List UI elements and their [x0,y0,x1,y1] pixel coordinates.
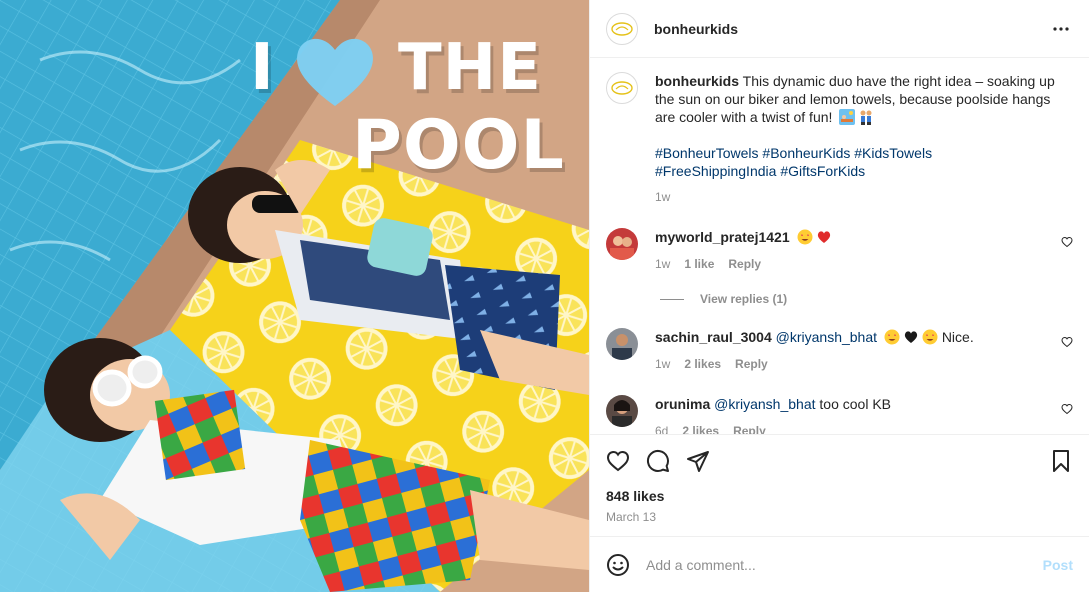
caption-hashtags: #BonheurTowels #BonheurKids #KidsTowels … [655,144,1055,180]
add-comment-form: Post [590,536,1089,592]
comment-username[interactable]: orunima [655,396,710,412]
like-comment-heart-icon[interactable] [1061,403,1073,415]
more-horizontal-icon [1053,26,1069,31]
commenter-avatar[interactable] [606,395,638,427]
post-comment-button[interactable]: Post [1043,557,1073,573]
more-options-button[interactable] [1049,17,1073,41]
post-date[interactable]: March 13 [590,506,1089,536]
comment-item: orunima @kriyansh_bhat too cool KB 6d 2 … [606,395,1073,434]
hashtag-link[interactable]: #BonheurTowels [655,145,759,161]
comment-text: too cool KB [819,396,892,412]
comment-meta: 1w 2 likes Reply [655,355,1045,373]
likes-count[interactable]: 848 likes [590,486,1089,506]
reply-button[interactable]: Reply [733,422,766,434]
post-side-panel: bonheurkids bonheurkids This dynamic duo… [589,0,1089,592]
like-comment-heart-icon[interactable] [1061,336,1073,348]
comment-item: sachin_raul_3004 @kriyansh_bhat Nice. 1w… [606,328,1073,373]
comment-timestamp[interactable]: 1w [655,355,670,373]
comment-timestamp[interactable]: 1w [655,255,670,273]
comment-item: myworld_pratej1421 1w 1 like Reply [606,228,1073,273]
emoji-smiley-icon[interactable] [606,553,630,577]
red-heart-emoji-icon [817,231,830,243]
bonheur-logo-icon [611,81,633,95]
comment-username[interactable]: myworld_pratej1421 [655,229,790,245]
sunbather-emoji-icon [839,109,856,125]
save-bookmark-icon[interactable] [1049,449,1073,473]
commenter-avatar[interactable] [606,328,638,360]
post-header: bonheurkids [590,0,1089,58]
boys-holding-hands-emoji-icon [860,110,872,125]
comment-body: orunima @kriyansh_bhat too cool KB 6d 2 … [655,395,1045,434]
author-username[interactable]: bonheurkids [654,21,738,37]
share-paper-plane-icon[interactable] [686,449,710,473]
post-actions-bar [590,434,1089,486]
post-caption: bonheurkids This dynamic duo have the ri… [606,72,1073,206]
comment-likes-count[interactable]: 1 like [684,255,714,273]
headline-word-pool: POOL [352,106,565,185]
hashtag-link[interactable]: #BonheurKids [762,145,850,161]
comment-likes-count[interactable]: 2 likes [682,422,719,434]
instagram-post-view: I THE POOL bonheurkids bonheurkids This … [0,0,1089,592]
reply-button[interactable]: Reply [728,255,761,273]
hashtag-link[interactable]: #KidsTowels [854,145,932,161]
comment-bubble-icon[interactable] [646,449,670,473]
comments-scroll-area[interactable]: bonheurkids This dynamic duo have the ri… [590,58,1089,434]
like-heart-icon[interactable] [606,449,630,473]
caption-timestamp[interactable]: 1w [655,188,1055,206]
comment-meta: 1w 1 like Reply [655,255,1045,273]
comment-meta: 6d 2 likes Reply [655,422,1045,434]
bonheur-logo-icon [611,21,633,36]
star-struck-emoji-icon [922,329,938,345]
view-replies-button[interactable]: View replies (1) [660,292,1073,306]
comment-timestamp[interactable]: 6d [655,422,668,434]
hashtag-link[interactable]: #GiftsForKids [780,163,865,179]
headline-word-i: I [250,31,275,105]
comment-input[interactable] [646,556,1043,573]
view-replies-label: View replies (1) [700,292,788,306]
comment-username[interactable]: sachin_raul_3004 [655,329,772,345]
commenter-avatar[interactable] [606,228,638,260]
comment-mention[interactable]: @kriyansh_bhat [776,329,877,345]
star-struck-emoji-icon [797,229,813,245]
black-heart-emoji-icon [904,331,918,343]
like-comment-heart-icon[interactable] [1061,236,1073,248]
post-photo[interactable]: I THE POOL [0,0,589,592]
author-avatar[interactable] [606,12,638,45]
blue-heart-icon [297,38,373,106]
comment-likes-count[interactable]: 2 likes [684,355,721,373]
caption-username[interactable]: bonheurkids [655,73,739,89]
star-struck-emoji-icon [884,329,900,345]
hashtag-link[interactable]: #FreeShippingIndia [655,163,776,179]
comment-body: myworld_pratej1421 1w 1 like Reply [655,228,1045,273]
headline-word-the: THE [398,31,542,105]
comment-text: Nice. [941,329,974,345]
reply-button[interactable]: Reply [735,355,768,373]
caption-body: bonheurkids This dynamic duo have the ri… [655,72,1055,206]
comment-mention[interactable]: @kriyansh_bhat [714,396,815,412]
caption-author-avatar[interactable] [606,72,638,104]
view-replies-divider [660,298,684,300]
comment-body: sachin_raul_3004 @kriyansh_bhat Nice. 1w… [655,328,1045,373]
